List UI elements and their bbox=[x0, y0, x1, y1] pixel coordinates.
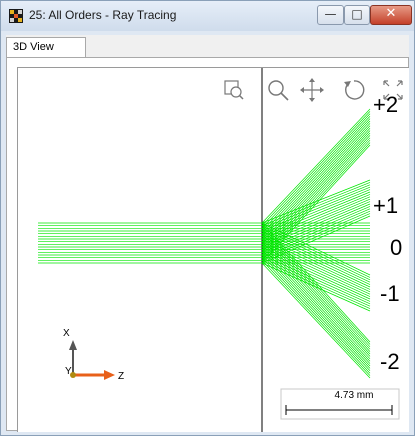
scale-bar-label: 4.73 mm bbox=[334, 390, 374, 401]
rotate-icon[interactable] bbox=[342, 78, 366, 102]
coordinate-axes: X Y Z bbox=[63, 328, 124, 382]
ray-bundle bbox=[38, 108, 371, 379]
order-label-plus1: +1 bbox=[373, 193, 399, 218]
order-label-plus2: +2 bbox=[373, 92, 399, 117]
app-window: 25: All Orders - Ray Tracing — □ ✕ 3D Vi… bbox=[0, 0, 415, 436]
zoom-window-icon[interactable] bbox=[223, 79, 245, 101]
axis-x-label: X bbox=[63, 328, 70, 339]
pan-icon[interactable] bbox=[299, 77, 325, 103]
app-icon bbox=[9, 9, 23, 23]
axis-z-arrow bbox=[104, 370, 115, 380]
diffracted-ray bbox=[261, 225, 371, 345]
scale-bar bbox=[285, 405, 393, 415]
axis-x-arrow bbox=[69, 340, 77, 350]
axis-z-label: Z bbox=[118, 371, 124, 382]
diffracted-ray bbox=[261, 222, 371, 343]
order-label-zero: 0 bbox=[390, 235, 403, 260]
tab-label: 3D View bbox=[13, 41, 54, 53]
ray-plot: X Y Z bbox=[38, 68, 400, 432]
title-bar[interactable]: 25: All Orders - Ray Tracing — □ ✕ bbox=[1, 1, 414, 31]
maximize-button[interactable]: □ bbox=[344, 5, 370, 25]
diffracted-ray bbox=[261, 228, 371, 348]
close-button[interactable]: ✕ bbox=[370, 5, 412, 25]
tab-strip: 3D View bbox=[6, 35, 409, 57]
diffracted-ray bbox=[261, 262, 371, 379]
3d-viewport[interactable]: X Y Z bbox=[17, 67, 409, 432]
window-title: 25: All Orders - Ray Tracing bbox=[29, 8, 177, 22]
diffracted-ray bbox=[261, 260, 371, 376]
diffracted-ray bbox=[261, 115, 371, 232]
diffracted-ray bbox=[261, 144, 371, 264]
diffracted-ray bbox=[261, 257, 371, 374]
minimize-button[interactable]: — bbox=[317, 5, 344, 25]
3d-view-panel: X Y Z bbox=[6, 57, 409, 432]
zoom-icon[interactable] bbox=[266, 78, 290, 102]
tab-3d-view[interactable]: 3D View bbox=[6, 37, 86, 57]
order-label-minus1: -1 bbox=[380, 281, 400, 306]
axis-y-label: Y bbox=[65, 366, 72, 377]
order-label-minus2: -2 bbox=[380, 349, 400, 374]
